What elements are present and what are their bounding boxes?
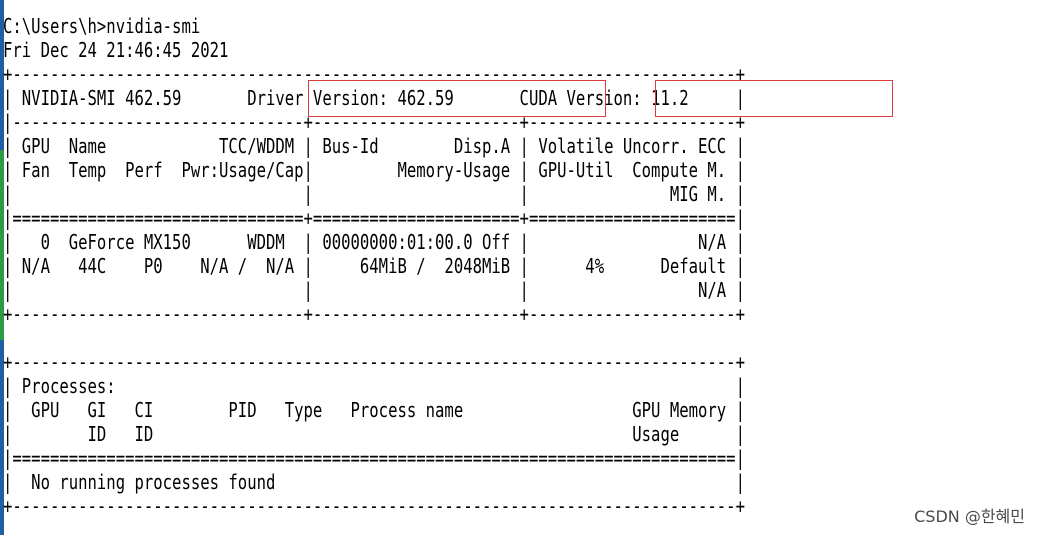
cuda-version-highlight	[655, 80, 893, 117]
process-columns-row-2: | ID ID Usage |	[3, 422, 745, 446]
gpu-table-bottom: +-------------------------------+-------…	[3, 302, 745, 326]
command-prompt: C:\Users\h>nvidia-smi	[3, 14, 201, 38]
terminal-window[interactable]: C:\Users\h>nvidia-smi Fri Dec 24 21:46:4…	[0, 0, 1037, 535]
csdn-watermark: CSDN @한혜민	[914, 507, 1025, 526]
gpu-row-3: | | | N/A |	[3, 278, 745, 302]
header-row-3: | | | MIG M. |	[3, 182, 745, 206]
gpu-row-2: | N/A 44C P0 N/A / N/A | 64MiB / 2048MiB…	[3, 254, 745, 278]
process-table-bottom: +---------------------------------------…	[3, 494, 745, 518]
driver-version-highlight	[308, 80, 606, 117]
timestamp-line: Fri Dec 24 21:46:45 2021	[3, 38, 229, 62]
header-row-1: | GPU Name TCC/WDDM | Bus-Id Disp.A | Vo…	[3, 134, 745, 158]
header-double-rule: |===============================+=======…	[3, 206, 745, 230]
process-double-rule: |=======================================…	[3, 446, 745, 470]
header-row-2: | Fan Temp Perf Pwr:Usage/Cap| Memory-Us…	[3, 158, 745, 182]
processes-header: | Processes: |	[3, 374, 745, 398]
process-table-top: +---------------------------------------…	[3, 350, 745, 374]
gpu-row-1: | 0 GeForce MX150 WDDM | 00000000:01:00.…	[3, 230, 745, 254]
process-columns-row-1: | GPU GI CI PID Type Process name GPU Me…	[3, 398, 745, 422]
no-processes-row: | No running processes found |	[3, 470, 745, 494]
